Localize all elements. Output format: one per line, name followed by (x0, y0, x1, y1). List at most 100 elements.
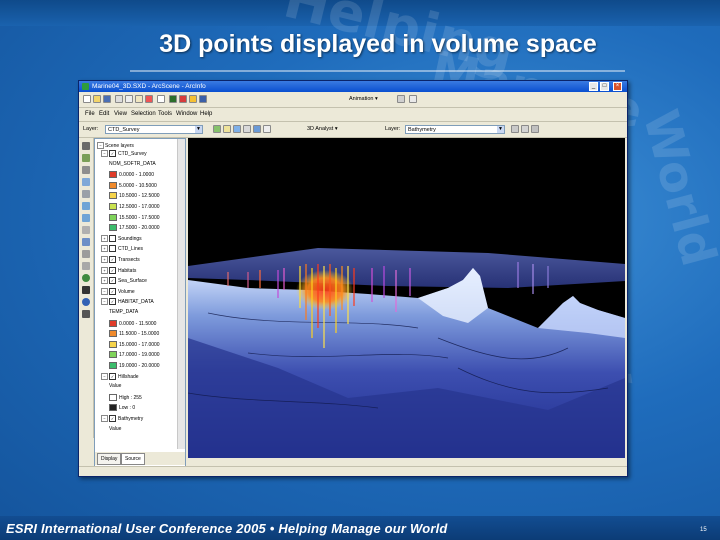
navigate-icon[interactable] (213, 125, 221, 133)
binoculars-icon[interactable] (82, 310, 90, 318)
toc-layer-item[interactable]: + ✓ Transects (101, 256, 140, 263)
collapse-icon[interactable]: − (101, 150, 108, 157)
layer-visibility-checkbox[interactable]: ✓ (109, 150, 116, 157)
collapse-icon[interactable]: − (97, 142, 104, 149)
collapse-icon[interactable]: − (101, 415, 108, 422)
toc-layer-item[interactable]: − ✓ HABITAT_DATA (101, 298, 154, 306)
menu-view[interactable]: View (114, 111, 127, 117)
layer-visibility-checkbox[interactable]: ✓ (109, 372, 116, 380)
toc-layer-item[interactable]: − ✓ Hillshade (101, 372, 139, 380)
zoom-in-icon[interactable] (82, 202, 90, 210)
catalog-icon[interactable] (169, 95, 177, 103)
expand-icon[interactable]: + (101, 245, 108, 253)
menu-window[interactable]: Window (176, 111, 197, 117)
layer-visibility-checkbox[interactable]: ✓ (109, 266, 116, 274)
new-document-icon[interactable] (83, 95, 91, 103)
fly-icon[interactable] (223, 125, 231, 133)
clear-selection-icon[interactable] (82, 262, 90, 270)
toc-layer-item[interactable]: − ✓ Bathymetry (101, 415, 143, 422)
select-features-icon[interactable] (82, 250, 90, 258)
full-extent-tool-icon[interactable] (82, 238, 90, 246)
help-icon[interactable] (199, 95, 207, 103)
center-target-icon[interactable] (82, 190, 90, 198)
menu-edit[interactable]: Edit (99, 111, 109, 117)
tab-source[interactable]: Source (121, 453, 145, 465)
toc-row-label: 0.0000 - 1.0000 (119, 172, 155, 179)
collapse-icon[interactable]: − (101, 298, 108, 306)
identify-tool-icon[interactable] (82, 298, 90, 306)
analyst-layer-dropdown[interactable]: Bathymetry ▼ (405, 125, 505, 134)
3d-scene-viewer[interactable] (188, 138, 625, 458)
arcscene-app-icon (82, 83, 89, 90)
layer-visibility-checkbox[interactable]: ✓ (109, 415, 116, 422)
layer-visibility-checkbox[interactable]: ✓ (109, 277, 116, 285)
layer-visibility-checkbox[interactable] (109, 245, 116, 253)
toc-tabs: Display Source (95, 452, 185, 465)
toc-layer-item[interactable]: + ✓ Sea_Surface (101, 277, 147, 285)
globe-icon[interactable] (82, 274, 90, 282)
full-extent-icon[interactable] (253, 125, 261, 133)
maximize-button[interactable]: □ (600, 82, 609, 91)
layer-visibility-checkbox[interactable] (109, 234, 116, 242)
expand-icon[interactable]: + (101, 277, 108, 285)
menu-help[interactable]: Help (200, 111, 212, 117)
layer-visibility-checkbox[interactable]: ✓ (109, 298, 116, 306)
paste-icon[interactable] (135, 95, 143, 103)
model-builder-icon[interactable] (189, 95, 197, 103)
navigate-tool-icon[interactable] (82, 142, 90, 150)
close-button[interactable]: × (613, 82, 622, 91)
zoom-target-icon[interactable] (82, 178, 90, 186)
toc-scrollbar[interactable] (177, 139, 185, 449)
open-folder-icon[interactable] (93, 95, 101, 103)
add-data-icon[interactable] (157, 95, 165, 103)
expand-icon[interactable]: + (101, 266, 108, 274)
line-of-sight-icon[interactable] (521, 125, 529, 133)
identify-icon[interactable] (263, 125, 271, 133)
toc-layer-item[interactable]: + CTD_Lines (101, 245, 143, 253)
toc-layer-item[interactable]: − ✓ Volume (101, 287, 135, 295)
toc-legend-item: 17.0000 - 19.0000 (109, 351, 160, 359)
layer-visibility-checkbox[interactable]: ✓ (109, 287, 116, 295)
legend-swatch (109, 319, 117, 327)
layer-dropdown[interactable]: CTD_Survey ▼ (105, 125, 203, 134)
toc-layer-item[interactable]: + ✓ Habitats (101, 266, 136, 274)
select-elements-icon[interactable] (82, 286, 90, 294)
ctd-point-columns (296, 270, 354, 310)
3d-analyst-menu[interactable]: 3D Analyst ▾ (307, 126, 338, 132)
analyst-layer-label: Layer: (385, 126, 401, 132)
expand-icon[interactable]: + (101, 234, 108, 242)
contour-icon[interactable] (511, 125, 519, 133)
target-tool-icon[interactable] (82, 166, 90, 174)
menu-tools[interactable]: Tools (158, 111, 172, 117)
toc-layer-item: Value (109, 426, 121, 433)
animation-play-icon[interactable] (397, 95, 405, 103)
toc-row-label: 10.5000 - 12.5000 (119, 193, 160, 200)
menu-file[interactable]: File (85, 111, 95, 117)
expand-icon[interactable]: + (101, 256, 108, 263)
window-title: Marine04_3D.SXD - ArcScene - ArcInfo (92, 83, 206, 90)
menu-selection[interactable]: Selection (131, 111, 156, 117)
animation-menu[interactable]: Animation ▾ (349, 96, 378, 102)
pan-tool-icon[interactable] (82, 226, 90, 234)
profile-graph-icon[interactable] (531, 125, 539, 133)
pan-icon[interactable] (243, 125, 251, 133)
toc-row-label: Value (109, 383, 122, 390)
minimize-button[interactable]: _ (589, 82, 598, 91)
fly-tool-icon[interactable] (82, 154, 90, 162)
toc-root-scene-layers[interactable]: − Scene layers (97, 142, 134, 149)
collapse-icon[interactable]: − (101, 287, 108, 295)
toolbox-icon[interactable] (179, 95, 187, 103)
cut-icon[interactable] (115, 95, 123, 103)
legend-swatch (109, 393, 117, 401)
zoom-in-out-icon[interactable] (233, 125, 241, 133)
toc-layer-item[interactable]: + Soundings (101, 234, 142, 242)
tab-display[interactable]: Display (97, 453, 122, 465)
animation-controls-icon[interactable] (409, 95, 417, 103)
zoom-out-icon[interactable] (82, 214, 90, 222)
copy-icon[interactable] (125, 95, 133, 103)
delete-icon[interactable] (145, 95, 153, 103)
toc-layer-item[interactable]: − ✓ CTD_Survey (101, 150, 147, 157)
collapse-icon[interactable]: − (101, 372, 108, 380)
save-icon[interactable] (103, 95, 111, 103)
layer-visibility-checkbox[interactable]: ✓ (109, 256, 116, 263)
